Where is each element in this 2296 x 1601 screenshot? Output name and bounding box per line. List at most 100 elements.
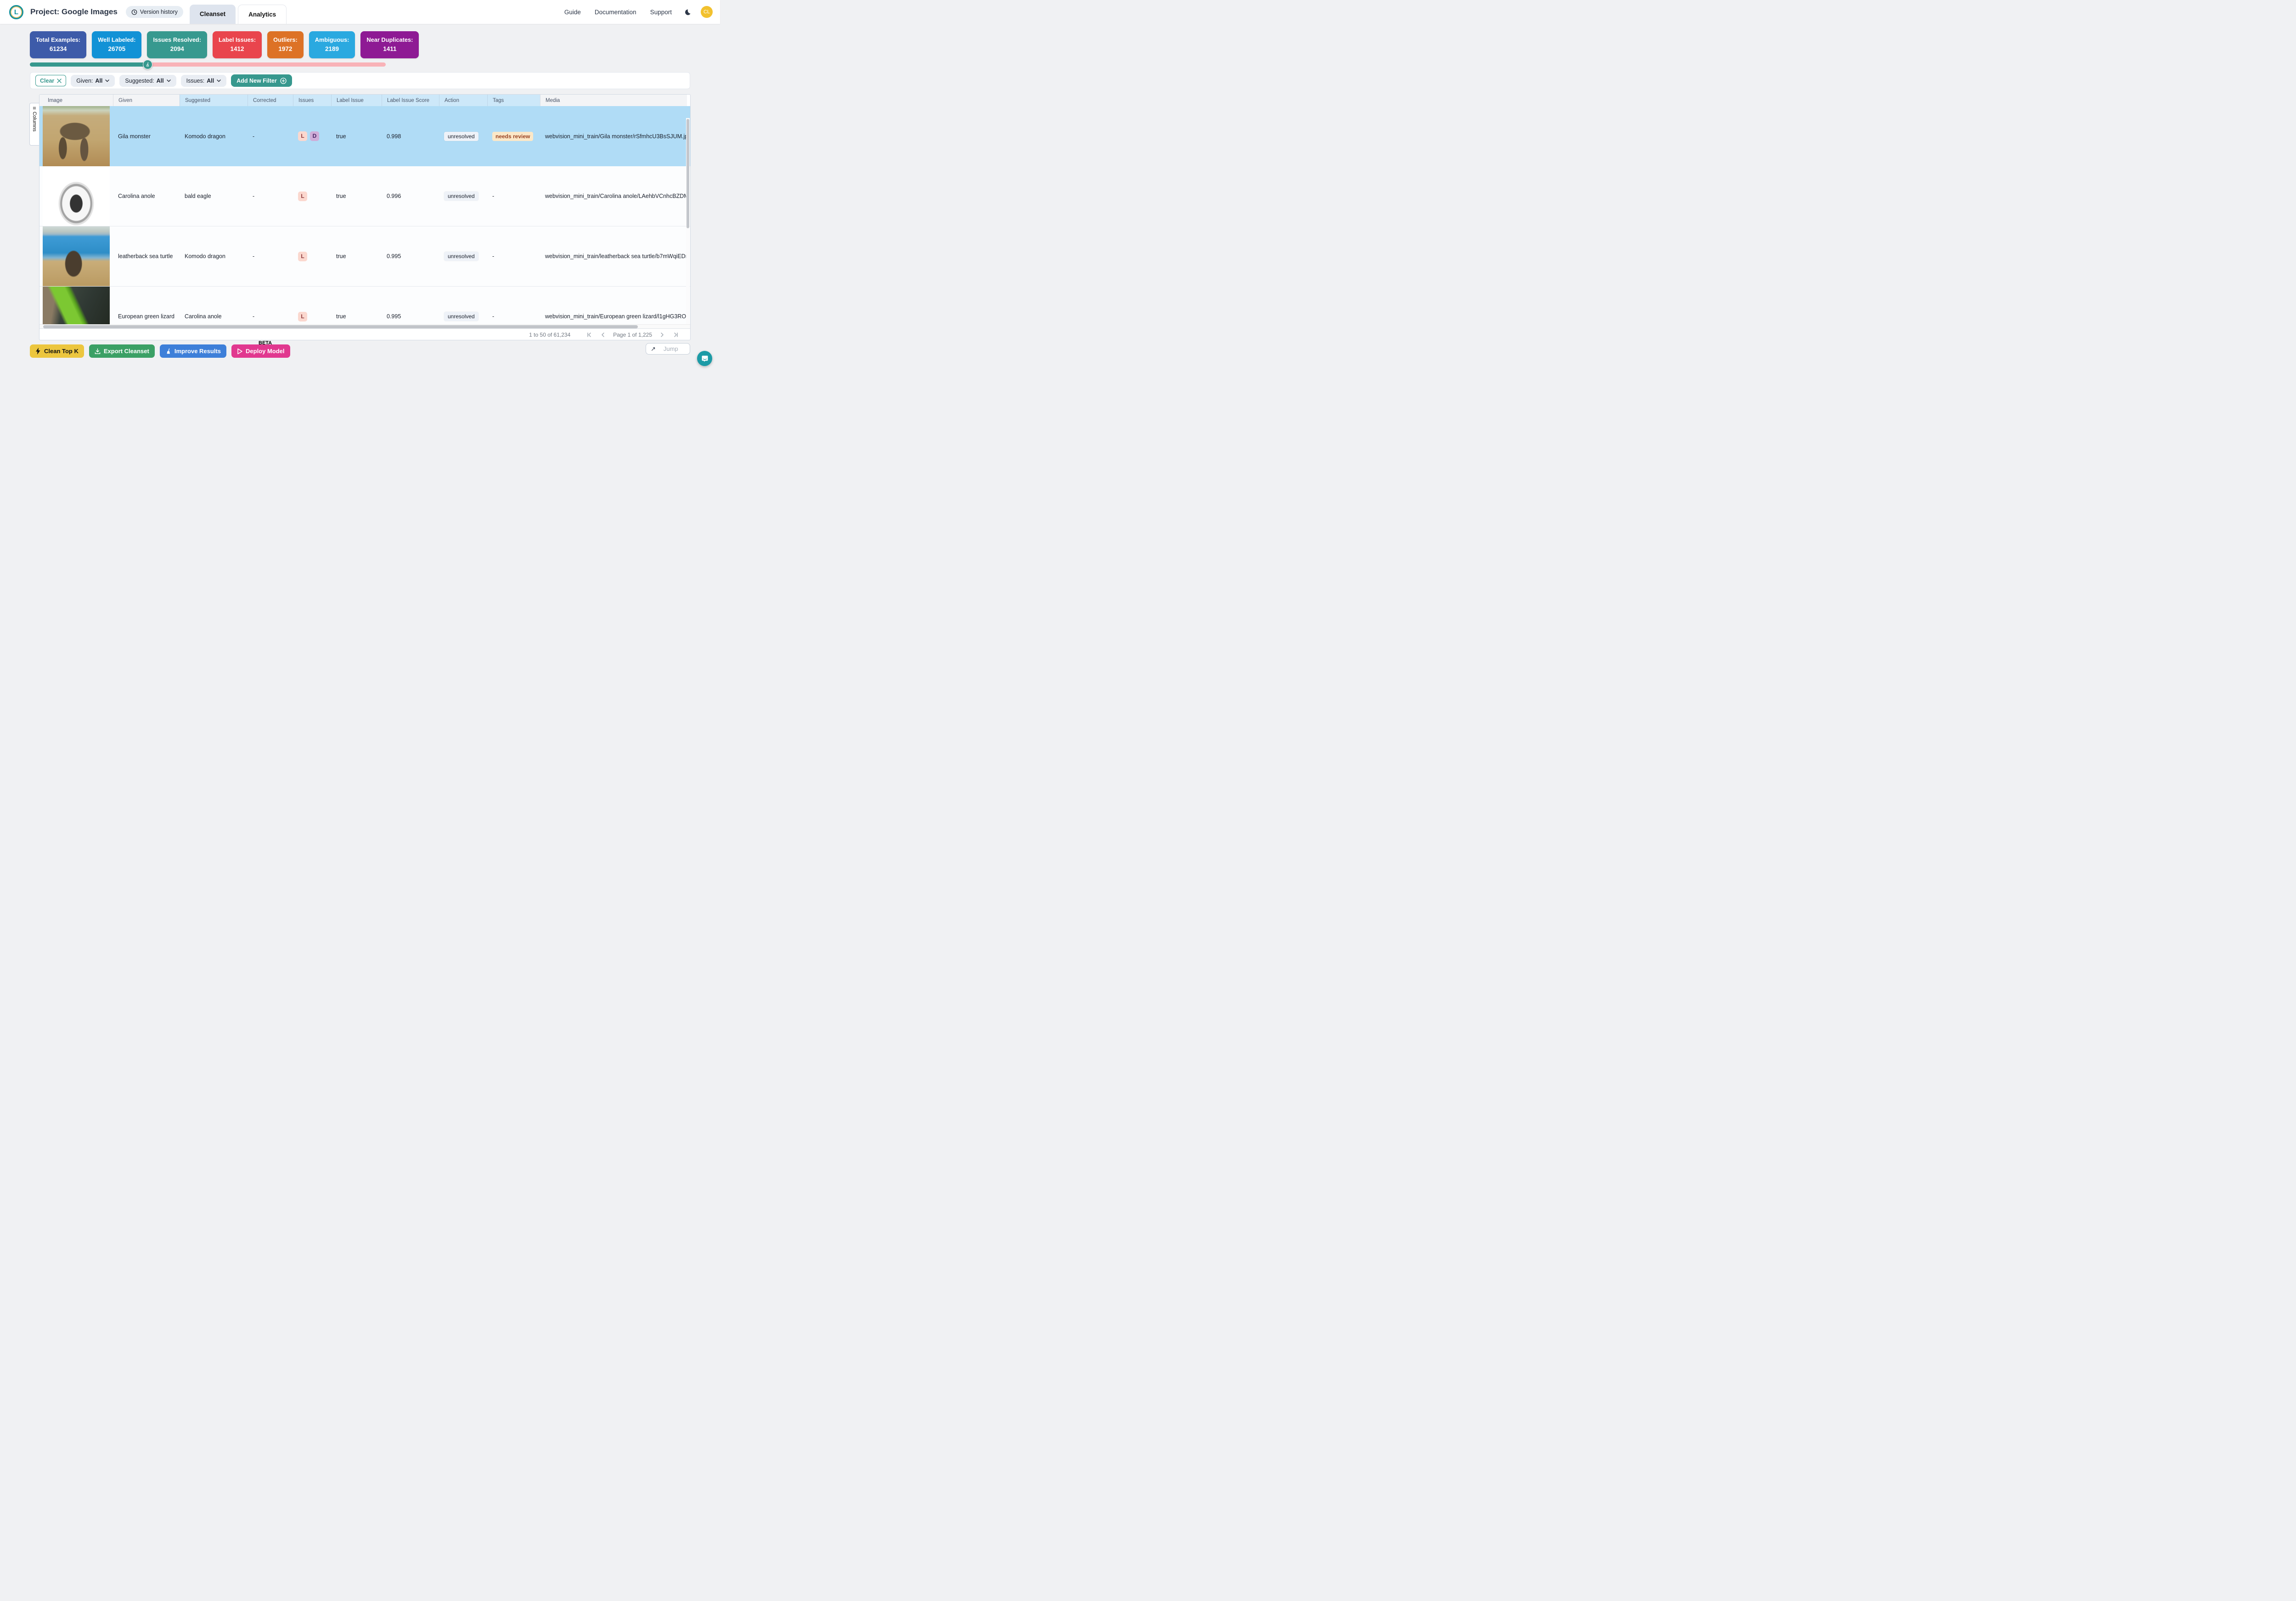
table-row[interactable]: European green lizard Carolina anole - L… xyxy=(39,287,690,324)
column-header-label-issue[interactable]: Label Issue xyxy=(331,95,382,106)
cell-suggested: Komodo dragon xyxy=(180,226,248,286)
table-header-row: ImageGivenSuggestedCorrectedIssuesLabel … xyxy=(39,95,690,106)
cell-action: unresolved xyxy=(439,226,487,286)
column-header-given[interactable]: Given xyxy=(113,95,180,106)
previous-page-button[interactable] xyxy=(596,332,610,338)
nav-link-support[interactable]: Support xyxy=(650,9,672,16)
action-status-badge[interactable]: unresolved xyxy=(444,132,478,141)
cell-action: unresolved xyxy=(439,166,487,226)
tab-analytics[interactable]: Analytics xyxy=(238,5,287,24)
table-row[interactable]: Gila monster Komodo dragon - LD true 0.9… xyxy=(39,106,690,166)
stat-badge: Near Duplicates: 1411 xyxy=(360,31,419,58)
stat-label: Well Labeled: xyxy=(98,35,135,45)
jump-label: Jump xyxy=(664,345,678,352)
action-status-badge[interactable]: unresolved xyxy=(444,252,478,261)
stat-value: 2094 xyxy=(153,45,201,54)
first-page-button[interactable] xyxy=(582,332,596,338)
cell-image xyxy=(43,106,113,166)
plus-circle-icon xyxy=(280,78,287,84)
filter-dropdown-value: All xyxy=(207,78,214,84)
column-header-label-issue-score[interactable]: Label Issue Score xyxy=(382,95,439,106)
export-cleanset-button[interactable]: Export Cleanset xyxy=(89,344,155,358)
label-issue-badge: L xyxy=(298,131,307,141)
stat-badge: Issues Resolved: 2094 xyxy=(147,31,207,58)
cell-tags: - xyxy=(487,287,540,324)
nav-link-documentation[interactable]: Documentation xyxy=(595,9,636,16)
dark-mode-toggle[interactable] xyxy=(684,8,692,16)
table-row[interactable]: Carolina anole bald eagle - L true 0.996… xyxy=(39,166,690,226)
table-row[interactable]: leatherback sea turtle Komodo dragon - L… xyxy=(39,226,690,287)
clean-progress-slider-track[interactable] xyxy=(30,62,386,67)
version-history-label: Version history xyxy=(140,9,178,15)
deploy-model-button[interactable]: Deploy Model xyxy=(231,344,290,358)
horizontal-scrollbar-thumb[interactable] xyxy=(43,325,638,328)
cell-label-issue-score: 0.996 xyxy=(382,166,439,226)
row-thumbnail[interactable] xyxy=(43,287,110,324)
label-issue-badge: L xyxy=(298,312,307,321)
label-issue-badge: L xyxy=(298,252,307,261)
stat-value: 1411 xyxy=(366,45,413,54)
row-thumbnail[interactable] xyxy=(43,106,110,166)
next-page-button[interactable] xyxy=(655,332,669,338)
user-avatar[interactable]: CL xyxy=(701,6,713,18)
row-left-spacer xyxy=(39,106,43,166)
row-left-spacer xyxy=(39,287,43,324)
filter-dropdown[interactable]: Issues: All xyxy=(181,75,227,87)
slider-filled-portion xyxy=(30,62,147,67)
column-header-corrected[interactable]: Corrected xyxy=(248,95,293,106)
stat-label: Total Examples: xyxy=(36,35,80,45)
cell-action: unresolved xyxy=(439,106,487,166)
lightning-icon xyxy=(35,348,41,355)
clear-filters-button[interactable]: Clear xyxy=(35,75,66,86)
stat-badge: Total Examples: 61234 xyxy=(30,31,86,58)
cell-issues: L xyxy=(293,166,331,226)
bottom-action-bar: Clean Top K Export Cleanset Improve Resu… xyxy=(30,344,290,358)
filter-dropdown-label: Suggested: xyxy=(125,78,154,84)
column-header-action[interactable]: Action xyxy=(439,95,487,106)
action-status-badge[interactable]: unresolved xyxy=(444,312,478,321)
column-header-issues[interactable]: Issues xyxy=(293,95,331,106)
row-thumbnail[interactable] xyxy=(43,166,110,226)
improve-results-button[interactable]: Improve Results xyxy=(160,344,226,358)
page-title: Project: Google Images xyxy=(30,7,118,17)
clean-top-k-button[interactable]: Clean Top K xyxy=(30,344,84,358)
column-header-image[interactable]: Image xyxy=(43,95,113,106)
filter-dropdown[interactable]: Given: All xyxy=(71,75,115,87)
cleanset-table-panel: ImageGivenSuggestedCorrectedIssuesLabel … xyxy=(39,94,691,340)
filter-dropdown-label: Issues: xyxy=(186,78,205,84)
stat-label: Issues Resolved: xyxy=(153,35,201,45)
columns-tab-label: Columns xyxy=(32,112,37,131)
cell-issues: LD xyxy=(293,106,331,166)
horizontal-scrollbar[interactable] xyxy=(39,324,690,328)
drag-grip-icon: ≡ xyxy=(31,107,38,109)
broom-icon xyxy=(165,348,171,355)
cell-label-issue-score: 0.995 xyxy=(382,226,439,286)
filter-dropdown[interactable]: Suggested: All xyxy=(119,75,176,87)
tag-badge[interactable]: needs review xyxy=(492,132,533,141)
nav-link-guide[interactable]: Guide xyxy=(564,9,581,16)
table-body: Gila monster Komodo dragon - LD true 0.9… xyxy=(39,106,690,324)
jump-arrow-icon: ↗ xyxy=(651,345,656,353)
version-history-button[interactable]: Version history xyxy=(126,6,183,18)
column-header-media[interactable]: Media xyxy=(540,95,687,106)
filter-dropdown-value: All xyxy=(95,78,102,84)
columns-side-tab[interactable]: ≡ Columns xyxy=(29,103,39,146)
improve-results-label: Improve Results xyxy=(174,348,221,355)
export-cleanset-label: Export Cleanset xyxy=(104,348,149,355)
row-thumbnail[interactable] xyxy=(43,226,110,286)
cell-media: webvision_mini_train/leatherback sea tur… xyxy=(540,226,687,286)
vertical-scrollbar-thumb[interactable] xyxy=(687,119,689,228)
slider-handle[interactable] xyxy=(143,60,152,69)
stat-badge: Outliers: 1972 xyxy=(267,31,304,58)
action-status-badge[interactable]: unresolved xyxy=(444,192,478,201)
column-header-suggested[interactable]: Suggested xyxy=(180,95,248,106)
chat-support-button[interactable] xyxy=(697,351,712,366)
vertical-scrollbar[interactable] xyxy=(686,118,690,324)
moon-icon xyxy=(684,8,692,16)
jump-button[interactable]: ↗ Jump xyxy=(646,343,690,355)
tab-cleanset[interactable]: Cleanset xyxy=(190,5,236,24)
last-page-button[interactable] xyxy=(669,332,683,338)
column-header-tags[interactable]: Tags xyxy=(487,95,540,106)
cell-image xyxy=(43,287,113,324)
add-new-filter-button[interactable]: Add New Filter xyxy=(231,74,292,87)
